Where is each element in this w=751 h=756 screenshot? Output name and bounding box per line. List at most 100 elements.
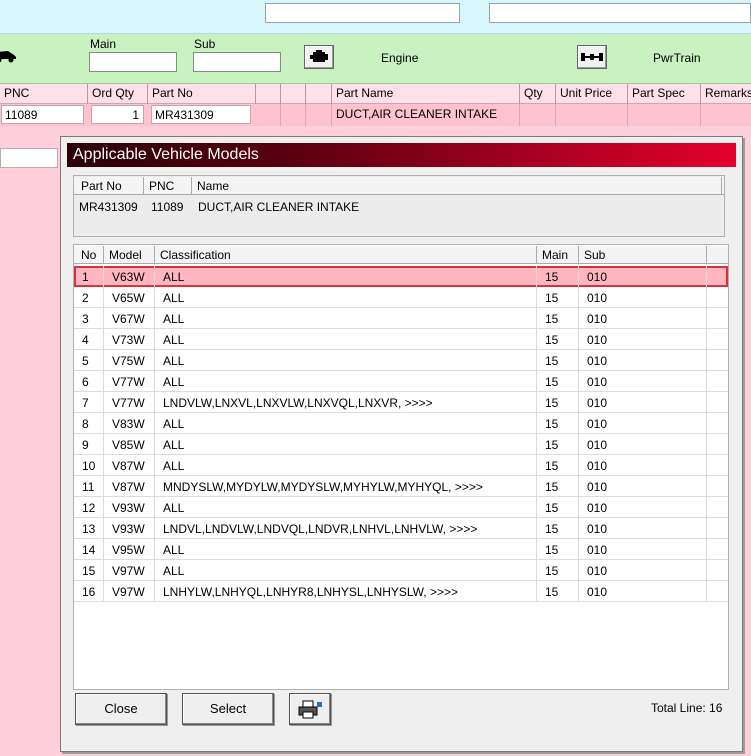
cell-sub: 010 bbox=[579, 371, 707, 392]
table-row[interactable]: 9 V85W ALL 15 010 bbox=[74, 434, 728, 455]
table-row[interactable]: 12 V93W ALL 15 010 bbox=[74, 497, 728, 518]
applicable-vehicle-models-dialog: Applicable Vehicle Models Part No PNC Na… bbox=[60, 136, 743, 752]
list-col-model[interactable]: Model bbox=[104, 246, 155, 264]
list-col-main[interactable]: Main bbox=[537, 246, 579, 264]
cell-main: 15 bbox=[537, 413, 579, 434]
cell-sub: 010 bbox=[579, 392, 707, 413]
blank-cell-2 bbox=[281, 104, 306, 126]
blank-cell-1 bbox=[256, 104, 281, 126]
cell-sub: 010 bbox=[579, 455, 707, 476]
cell-sub: 010 bbox=[579, 476, 707, 497]
table-row[interactable]: 7 V77W LNDVLW,LNXVL,LNXVLW,LNXVQL,LNXVR, >… bbox=[74, 392, 728, 413]
cell-classification: LNDVLW,LNXVL,LNXVLW,LNXVQL,LNXVR, >>>> bbox=[155, 392, 537, 413]
list-col-classification[interactable]: Classification bbox=[155, 246, 537, 264]
table-row[interactable]: 11 V87W MNDYSLW,MYDYLW,MYDYSLW,MYHYLW,MYHY… bbox=[74, 476, 728, 497]
table-row[interactable]: 16 V97W LNHYLW,LNHYQL,LNHYR8,LNHYSL,LNHYSL… bbox=[74, 581, 728, 602]
table-row[interactable]: 10 V87W ALL 15 010 bbox=[74, 455, 728, 476]
list-col-no[interactable]: No bbox=[76, 246, 104, 264]
cell-main: 15 bbox=[537, 455, 579, 476]
dialog-titlebar[interactable]: Applicable Vehicle Models bbox=[67, 143, 736, 167]
col-part-spec[interactable]: Part Spec bbox=[628, 84, 701, 104]
col-ord-qty[interactable]: Ord Qty bbox=[88, 84, 148, 104]
table-row[interactable]: 1 V63W ALL 15 010 bbox=[74, 266, 728, 287]
cell-no: 5 bbox=[76, 350, 104, 371]
cell-main: 15 bbox=[537, 434, 579, 455]
cell-model: V93W bbox=[104, 518, 155, 539]
car-icon[interactable] bbox=[0, 43, 18, 67]
cell-classification: LNDVL,LNDVLW,LNDVQL,LNDVR,LNHVL,LNHVLW, … bbox=[155, 518, 537, 539]
cell-sub: 010 bbox=[579, 413, 707, 434]
cell-model: V93W bbox=[104, 497, 155, 518]
pnc-value: 11089 bbox=[1, 105, 84, 124]
table-row[interactable]: 4 V73W ALL 15 010 bbox=[74, 329, 728, 350]
engine-button[interactable] bbox=[304, 45, 334, 69]
parts-table-row[interactable]: 11089 1 MR431309 DUCT,AIR CLEANER INTAKE bbox=[0, 104, 751, 126]
cell-main: 15 bbox=[537, 266, 579, 287]
cell-model: V87W bbox=[104, 476, 155, 497]
info-col-pnc: PNC bbox=[144, 177, 192, 195]
cell-no: 8 bbox=[76, 413, 104, 434]
table-row[interactable]: 6 V77W ALL 15 010 bbox=[74, 371, 728, 392]
top-field-1[interactable] bbox=[265, 3, 460, 23]
cell-sub: 010 bbox=[579, 350, 707, 371]
sub-input[interactable] bbox=[193, 52, 281, 72]
close-button[interactable]: Close bbox=[75, 693, 167, 725]
list-col-sub[interactable]: Sub bbox=[579, 246, 707, 264]
col-remarks[interactable]: Remarks bbox=[701, 84, 751, 104]
col-part-name[interactable]: Part Name bbox=[332, 84, 520, 104]
cell-classification: ALL bbox=[155, 287, 537, 308]
left-side-field[interactable] bbox=[0, 148, 58, 168]
cell-model: V83W bbox=[104, 413, 155, 434]
main-input[interactable] bbox=[89, 52, 177, 72]
col-qty[interactable]: Qty bbox=[520, 84, 556, 104]
cell-main: 15 bbox=[537, 581, 579, 602]
table-row[interactable]: 3 V67W ALL 15 010 bbox=[74, 308, 728, 329]
category-toolbar: Main Sub Engine PwrTrain bbox=[0, 34, 751, 84]
info-part-no: MR431309 bbox=[79, 200, 138, 214]
ord-qty-value[interactable]: 1 bbox=[91, 105, 144, 124]
table-row[interactable]: 8 V83W ALL 15 010 bbox=[74, 413, 728, 434]
col-unit-price[interactable]: Unit Price bbox=[556, 84, 628, 104]
cell-model: V65W bbox=[104, 287, 155, 308]
unit-price-value bbox=[556, 104, 628, 126]
blank-cell-3 bbox=[306, 104, 332, 126]
powertrain-icon bbox=[581, 53, 603, 61]
cell-sub: 010 bbox=[579, 287, 707, 308]
list-header: No Model Classification Main Sub bbox=[74, 246, 728, 264]
powertrain-button[interactable] bbox=[577, 45, 607, 69]
print-button[interactable] bbox=[289, 693, 331, 725]
cell-classification: ALL bbox=[155, 539, 537, 560]
cell-no: 15 bbox=[76, 560, 104, 581]
col-blank-3[interactable] bbox=[306, 84, 332, 104]
cell-main: 15 bbox=[537, 497, 579, 518]
table-row[interactable]: 14 V95W ALL 15 010 bbox=[74, 539, 728, 560]
cell-sub: 010 bbox=[579, 308, 707, 329]
table-row[interactable]: 5 V75W ALL 15 010 bbox=[74, 350, 728, 371]
col-pnc[interactable]: PNC bbox=[0, 84, 88, 104]
cell-model: V77W bbox=[104, 392, 155, 413]
col-blank-1[interactable] bbox=[256, 84, 281, 104]
cell-classification: ALL bbox=[155, 308, 537, 329]
table-row[interactable]: 2 V65W ALL 15 010 bbox=[74, 287, 728, 308]
col-part-no[interactable]: Part No bbox=[148, 84, 256, 104]
cell-no: 13 bbox=[76, 518, 104, 539]
cell-no: 10 bbox=[76, 455, 104, 476]
info-col-part-no: Part No bbox=[76, 177, 144, 195]
parts-table-header: PNC Ord Qty Part No Part Name Qty Unit P… bbox=[0, 84, 751, 104]
table-row[interactable]: 13 V93W LNDVL,LNDVLW,LNDVQL,LNDVR,LNHVL,LN… bbox=[74, 518, 728, 539]
cell-main: 15 bbox=[537, 476, 579, 497]
cell-model: V73W bbox=[104, 329, 155, 350]
col-blank-2[interactable] bbox=[281, 84, 306, 104]
cell-sub: 010 bbox=[579, 518, 707, 539]
top-strip bbox=[0, 0, 751, 34]
top-field-2[interactable] bbox=[489, 3, 751, 23]
cell-model: V63W bbox=[104, 266, 155, 287]
cell-model: V67W bbox=[104, 308, 155, 329]
info-header: Part No PNC Name bbox=[74, 177, 724, 195]
table-row[interactable]: 15 V97W ALL 15 010 bbox=[74, 560, 728, 581]
select-button[interactable]: Select bbox=[182, 693, 274, 725]
info-pnc: 11089 bbox=[151, 200, 184, 214]
info-name: DUCT,AIR CLEANER INTAKE bbox=[198, 200, 360, 214]
engine-label: Engine bbox=[381, 51, 419, 65]
cell-no: 6 bbox=[76, 371, 104, 392]
